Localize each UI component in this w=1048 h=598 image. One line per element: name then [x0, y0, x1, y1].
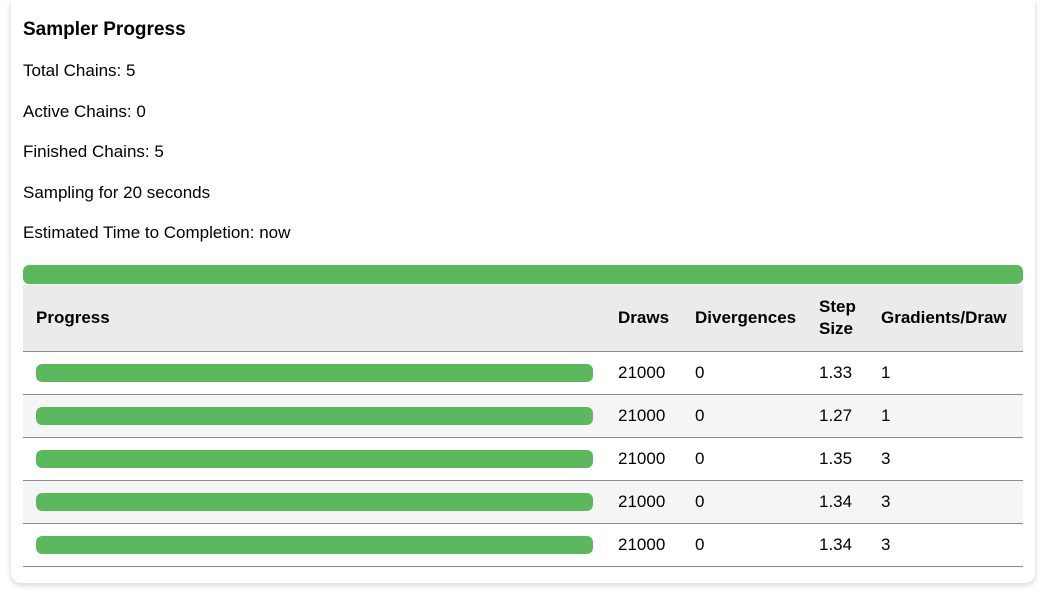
- eta-text: Estimated Time to Completion: now: [23, 223, 291, 242]
- chain-progress-fill: [36, 449, 593, 468]
- chains-table: Progress Draws Divergences Step Size Gra…: [23, 285, 1023, 567]
- header-step-size-line2: Size: [819, 318, 854, 338]
- row-step-size: 1.34: [819, 534, 853, 554]
- chain-progress-bar: [36, 406, 593, 425]
- header-step-size: Step Size: [806, 285, 868, 351]
- row-divergences: 0: [695, 448, 705, 468]
- row-step-size: 1.35: [819, 448, 853, 468]
- chain-progress-bar: [36, 535, 593, 554]
- overall-progress-bar: [23, 265, 1023, 284]
- table-row: 21000 0 1.34 3: [23, 480, 1023, 523]
- header-draws: Draws: [618, 307, 670, 327]
- row-progress-cell: [23, 437, 606, 480]
- total-chains-text: Total Chains: 5: [23, 61, 136, 80]
- table-row: 21000 0 1.34 3: [23, 523, 1023, 566]
- table-row: 21000 0 1.33 1: [23, 351, 1023, 394]
- chain-progress-fill: [36, 492, 593, 511]
- row-draws: 21000: [618, 362, 666, 382]
- chain-progress-fill: [36, 535, 593, 554]
- table-row: 21000 0 1.35 3: [23, 437, 1023, 480]
- table-header-row: Progress Draws Divergences Step Size Gra…: [23, 285, 1023, 351]
- header-divergences: Divergences: [695, 307, 797, 327]
- row-progress-cell: [23, 351, 606, 394]
- header-gradients: Gradients/Draw: [881, 307, 1007, 327]
- overall-progress-fill: [23, 265, 1023, 284]
- chain-progress-fill: [36, 406, 593, 425]
- row-divergences: 0: [695, 362, 705, 382]
- row-progress-cell: [23, 394, 606, 437]
- table-row: 21000 0 1.27 1: [23, 394, 1023, 437]
- row-divergences: 0: [695, 491, 705, 511]
- row-progress-cell: [23, 480, 606, 523]
- header-progress: Progress: [36, 307, 110, 327]
- row-draws: 21000: [618, 448, 666, 468]
- chain-progress-fill: [36, 363, 593, 382]
- row-gradients: 1: [881, 405, 891, 425]
- row-step-size: 1.27: [819, 405, 853, 425]
- row-gradients: 3: [881, 448, 891, 468]
- row-draws: 21000: [618, 405, 666, 425]
- chain-progress-bar: [36, 449, 593, 468]
- finished-chains-text: Finished Chains: 5: [23, 142, 164, 161]
- chain-progress-bar: [36, 492, 593, 511]
- active-chains-text: Active Chains: 0: [23, 102, 146, 121]
- header-step-size-line1: Step: [819, 296, 856, 316]
- row-draws: 21000: [618, 491, 666, 511]
- row-divergences: 0: [695, 534, 705, 554]
- row-draws: 21000: [618, 534, 666, 554]
- row-gradients: 3: [881, 534, 891, 554]
- sampling-time-text: Sampling for 20 seconds: [23, 183, 211, 202]
- row-progress-cell: [23, 523, 606, 566]
- page-title: Sampler Progress: [23, 19, 186, 40]
- row-step-size: 1.34: [819, 491, 853, 511]
- row-step-size: 1.33: [819, 362, 853, 382]
- row-gradients: 3: [881, 491, 891, 511]
- row-gradients: 1: [881, 362, 891, 382]
- sampler-progress-card: Sampler Progress Total Chains: 5 Active …: [11, 0, 1035, 583]
- chain-progress-bar: [36, 363, 593, 382]
- row-divergences: 0: [695, 405, 705, 425]
